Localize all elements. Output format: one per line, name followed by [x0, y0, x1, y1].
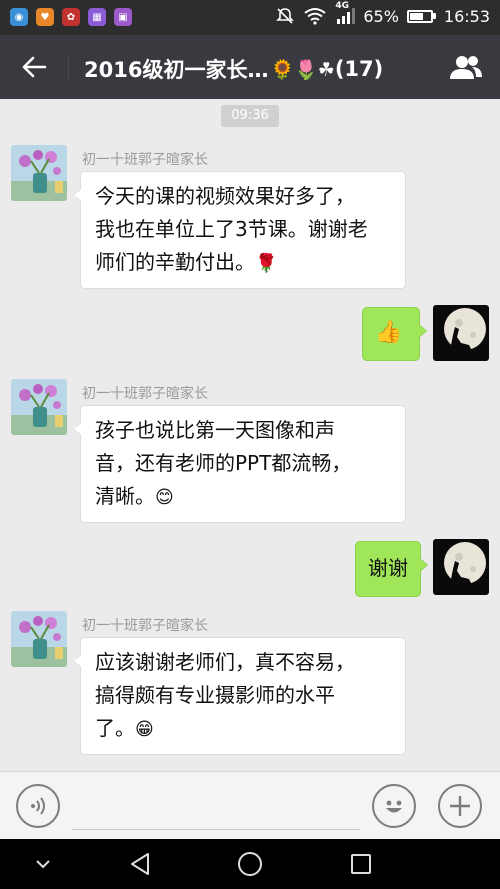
message-input[interactable] — [72, 784, 360, 830]
collapse-button[interactable] — [28, 849, 58, 879]
nav-back-button[interactable] — [125, 849, 155, 879]
message-line: 了。 — [95, 716, 135, 740]
thumbs-up-emoji: 👍 — [375, 320, 403, 345]
sender-name: 初一十班郭子暄家长 — [82, 152, 208, 168]
message-bubble[interactable]: 应该谢谢老师们，真不容易， 搞得颇有专业摄影师的水平 了。😁 — [73, 637, 406, 755]
chat-area[interactable]: 09:36 初一十班郭子暄家长 今天的课的视频效果好多了， 我也在单位上了3节课… — [0, 99, 500, 771]
member-count: (17) — [334, 57, 384, 81]
wifi-icon — [303, 7, 327, 25]
mute-icon — [275, 6, 295, 26]
app-notification-icon: ▦ — [88, 8, 106, 26]
message-line: 应该谢谢老师们，真不容易， — [95, 650, 355, 674]
recents-square-icon — [351, 854, 371, 874]
home-circle-icon — [238, 852, 262, 876]
back-arrow-icon — [22, 56, 47, 78]
voice-button[interactable] — [16, 784, 60, 828]
network-type: 4G — [335, 1, 349, 11]
battery-percent: 65% — [363, 6, 399, 26]
message-line: 清晰。 — [95, 484, 155, 508]
sender-avatar[interactable] — [11, 379, 67, 435]
clock: 16:53 — [443, 6, 490, 26]
title-emojis: 🌻🌷☘ — [270, 58, 335, 81]
message-line: 师们的辛勤付出。 — [95, 250, 255, 274]
sender-avatar[interactable] — [11, 611, 67, 667]
app-notification-icon: ▣ — [114, 8, 132, 26]
back-triangle-icon — [131, 853, 149, 875]
message-bubble[interactable]: 谢谢 — [355, 541, 428, 597]
message-line: 孩子也说比第一天图像和声 — [95, 418, 335, 442]
smile-emoji: 😊 — [155, 487, 174, 508]
chat-title[interactable]: 2016级初一家长… 🌻🌷☘ (17) — [84, 54, 383, 84]
sender-avatar[interactable] — [11, 145, 67, 201]
message-line: 音，还有老师的PPT都流畅， — [95, 451, 352, 475]
grin-emoji: 😁 — [135, 719, 154, 740]
app-notification-icon: ♥ — [36, 8, 54, 26]
group-info-button[interactable] — [446, 49, 486, 85]
message-line: 搞得颇有专业摄影师的水平 — [95, 683, 335, 707]
message-bubble[interactable]: 今天的课的视频效果好多了， 我也在单位上了3节课。谢谢老 师们的辛勤付出。🌹 — [73, 171, 406, 289]
collapse-icon — [36, 860, 50, 869]
system-nav-bar — [0, 839, 500, 889]
notification-icons: ◉ ♥ ✿ ▦ ▣ — [10, 8, 132, 26]
sender-name: 初一十班郭子暄家长 — [82, 618, 208, 634]
app-notification-icon: ◉ — [10, 8, 28, 26]
emoji-button[interactable] — [372, 784, 416, 828]
timestamp-chip: 09:36 — [221, 105, 279, 127]
status-right: 4G 65% 16:53 — [275, 1, 490, 26]
title-divider — [68, 55, 69, 81]
title-bar: 2016级初一家长… 🌻🌷☘ (17) — [0, 35, 500, 99]
more-button[interactable] — [438, 784, 482, 828]
message-line: 今天的课的视频效果好多了， — [95, 184, 355, 208]
message-bubble[interactable]: 👍 — [362, 307, 427, 361]
message-line: 我也在单位上了3节课。谢谢老 — [95, 217, 368, 241]
nav-recents-button[interactable] — [346, 849, 376, 879]
battery-icon — [406, 9, 436, 23]
input-bar — [0, 771, 500, 839]
sender-name: 初一十班郭子暄家长 — [82, 386, 208, 402]
rose-emoji: 🌹 — [255, 253, 278, 274]
plus-icon — [450, 796, 470, 816]
emoji-icon — [386, 800, 402, 813]
signal-icon: 4G — [335, 1, 356, 25]
my-avatar[interactable] — [433, 539, 489, 595]
back-button[interactable] — [14, 49, 54, 85]
my-avatar[interactable] — [433, 305, 489, 361]
app-notification-icon: ✿ — [62, 8, 80, 26]
group-name: 2016级初一家长… — [84, 58, 269, 82]
nav-home-button[interactable] — [235, 849, 265, 879]
group-members-icon — [450, 56, 482, 79]
status-bar: ◉ ♥ ✿ ▦ ▣ 4G 65% 16:53 — [0, 0, 500, 35]
message-bubble[interactable]: 孩子也说比第一天图像和声 音，还有老师的PPT都流畅， 清晰。😊 — [73, 405, 406, 523]
voice-input-icon — [31, 797, 45, 815]
message-text: 谢谢 — [368, 556, 408, 580]
